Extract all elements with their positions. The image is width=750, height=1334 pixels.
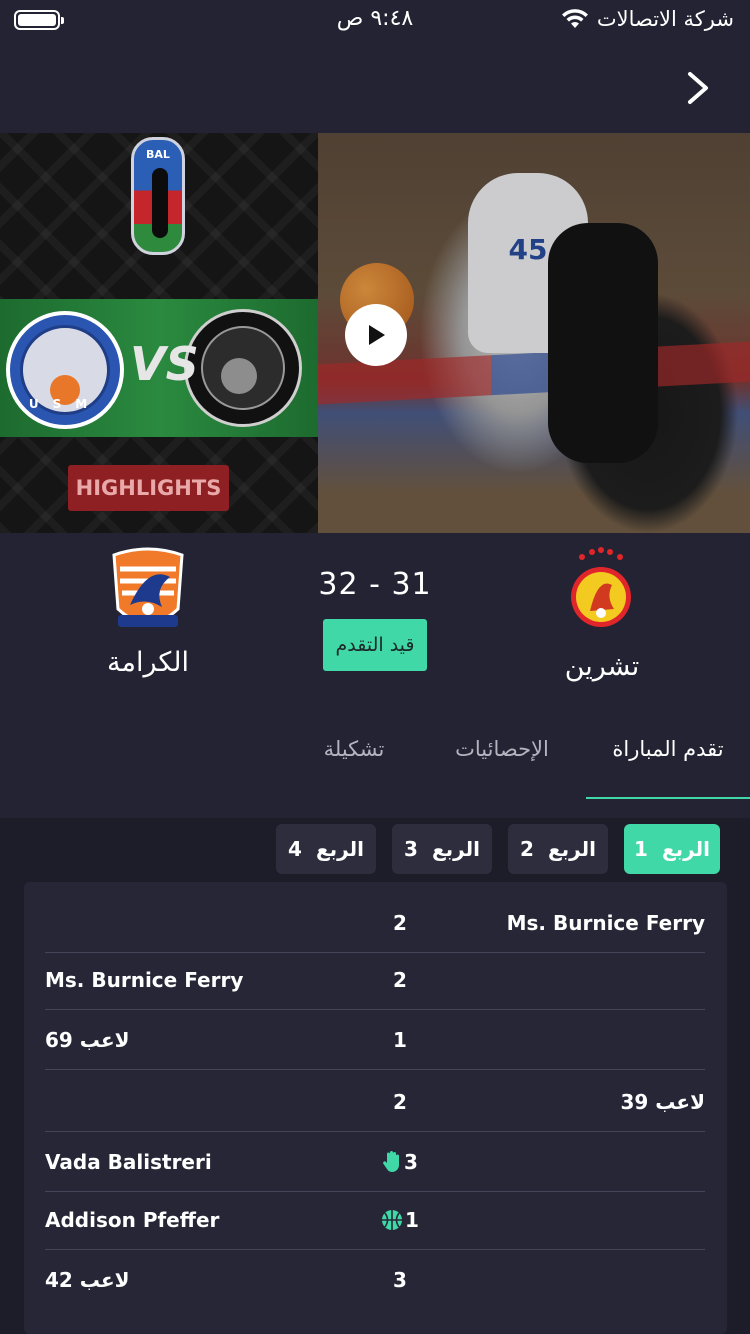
home-team-name: تشرين (564, 651, 640, 682)
list-item: لاعب 42 3 (45, 1268, 407, 1292)
tab-statistics[interactable]: الإحصائيات (420, 737, 584, 761)
match-header: الكرامة 32 - 31 قيد التقدم تشرين تقدم ال… (0, 533, 750, 818)
tab-match-progress[interactable]: تقدم المباراة (586, 737, 750, 761)
list-item: 2 لاعب 39 (45, 1074, 705, 1132)
carrier-info: شركة الاتصالات (561, 7, 734, 31)
carrier-name: شركة الاتصالات (596, 7, 734, 31)
hand-icon (383, 1151, 400, 1172)
away-team-name: الكرامة (107, 647, 189, 678)
quarter-chip-3[interactable]: الربع 3 (392, 824, 492, 874)
highlights-video[interactable]: BAL USM HIGHLIGHTS VS 45 (0, 133, 750, 533)
match-status-badge: قيد التقدم (323, 619, 427, 671)
quarter-chip-4[interactable]: الربع 4 (276, 824, 376, 874)
highlights-badge: HIGHLIGHTS (68, 465, 229, 511)
status-bar: ٩:٤٨ ص شركة الاتصالات (0, 0, 750, 40)
list-item: Addison Pfeffer 1 (45, 1192, 705, 1250)
quarter-selector: الربع 1 الربع 2 الربع 3 الربع 4 (0, 818, 750, 880)
events-list: 2 Ms. Burnice Ferry Ms. Burnice Ferry 2 … (24, 882, 727, 1334)
match-tabs: تقدم المباراة الإحصائيات تشكيلة (0, 721, 750, 801)
play-icon (369, 325, 385, 345)
quarter-chip-1[interactable]: الربع 1 (624, 824, 720, 874)
list-item: 2 Ms. Burnice Ferry (45, 895, 705, 953)
tab-lineup[interactable]: تشكيلة (272, 737, 436, 761)
bal-logo: BAL (131, 137, 185, 255)
vs-label: VS (130, 337, 199, 391)
list-item: Vada Balistreri 3 (45, 1134, 705, 1192)
home-team-logo (568, 547, 634, 631)
away-team-logo (110, 547, 186, 635)
play-button[interactable] (345, 304, 407, 366)
list-item: لاعب 69 1 (45, 1012, 705, 1070)
quarter-chip-2[interactable]: الربع 2 (508, 824, 608, 874)
score: 32 - 31 (318, 567, 432, 602)
list-item: Ms. Burnice Ferry 2 (45, 952, 705, 1010)
basketball-icon (382, 1210, 403, 1230)
capetown-tigers-crest (184, 309, 302, 427)
wifi-icon (561, 8, 589, 30)
chevron-right-icon[interactable] (680, 68, 716, 108)
usm-crest: USM (6, 311, 124, 429)
match-graphic: BAL USM HIGHLIGHTS (0, 133, 318, 533)
active-tab-indicator (586, 797, 750, 799)
events-section: 2 Ms. Burnice Ferry Ms. Burnice Ferry 2 … (0, 880, 750, 1334)
